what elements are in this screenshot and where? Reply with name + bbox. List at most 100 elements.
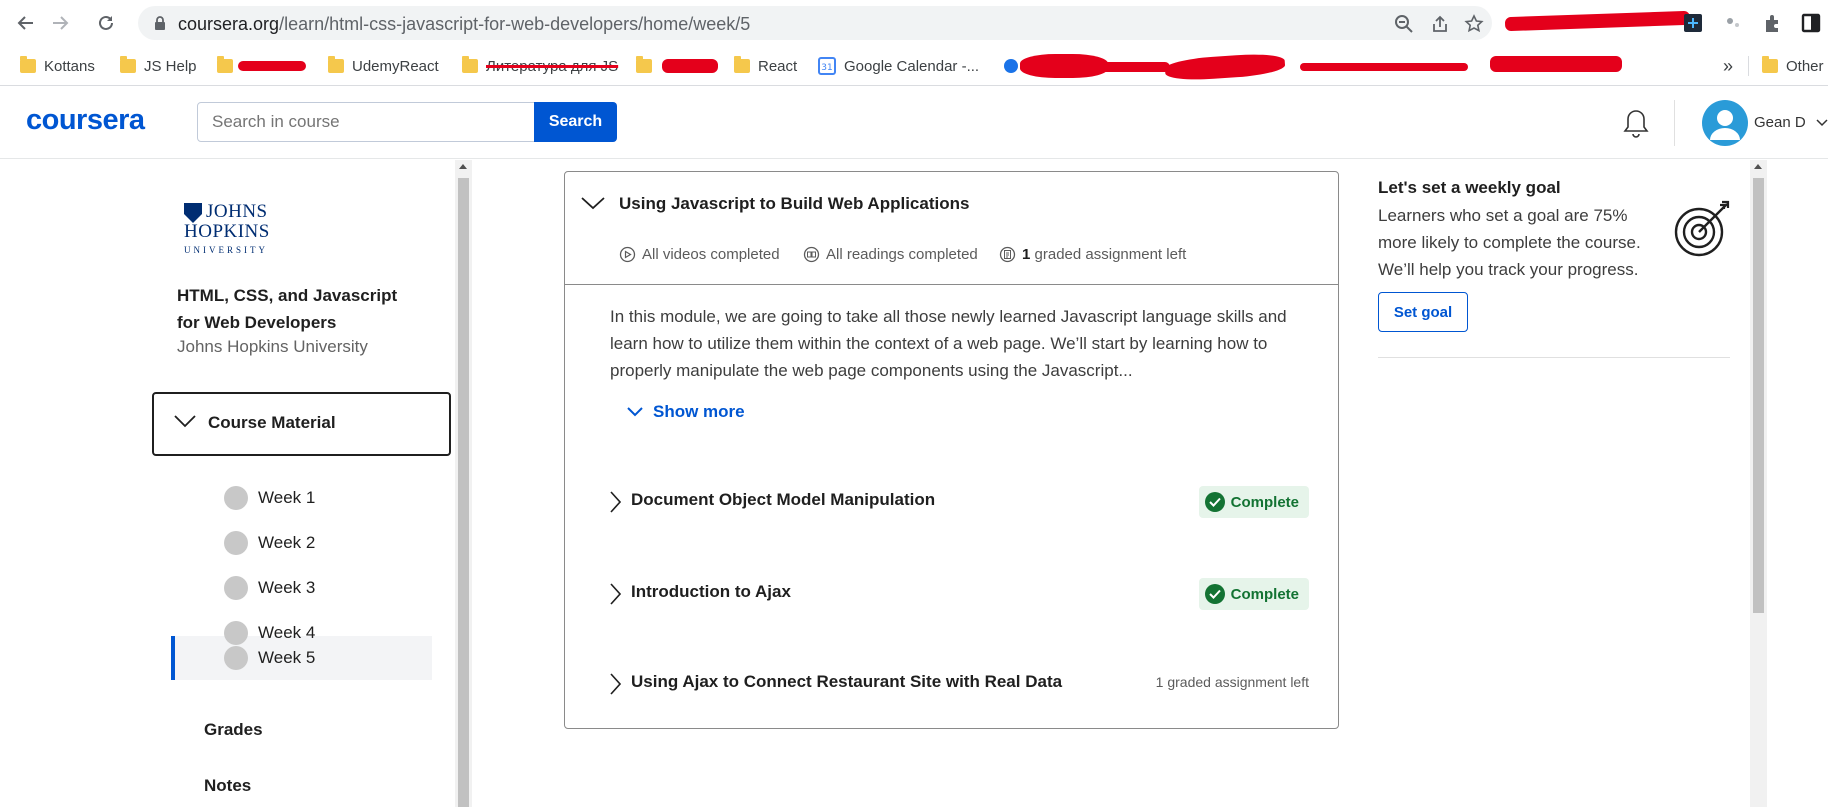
divider xyxy=(565,284,1338,285)
status-text: Complete xyxy=(1230,493,1299,511)
chevron-down-icon xyxy=(627,407,643,417)
status-badge: Complete xyxy=(1198,486,1309,518)
lesson-row[interactable]: Introduction to Ajax Complete xyxy=(609,576,1309,610)
status-text: Complete xyxy=(1230,585,1299,603)
sidebar-item-week-3[interactable]: Week 3 xyxy=(224,568,430,608)
forward-arrow-icon[interactable] xyxy=(46,9,74,37)
avatar[interactable] xyxy=(1702,100,1748,146)
videos-status-text: All videos completed xyxy=(642,246,780,263)
graded-left-text: 1 graded assignment left xyxy=(1155,674,1309,690)
sidebar-item-notes[interactable]: Notes xyxy=(204,776,251,796)
readings-status: All readings completed xyxy=(803,246,978,263)
site-header: coursera Search Gean D xyxy=(0,86,1828,159)
week-label: Week 3 xyxy=(258,578,316,597)
extension-icon[interactable] xyxy=(1682,12,1704,34)
scrollbar-thumb[interactable] xyxy=(458,178,469,807)
puzzle-icon[interactable] xyxy=(1762,12,1784,34)
redacted-mark xyxy=(662,59,718,73)
reload-icon[interactable] xyxy=(92,9,120,37)
progress-circle-icon xyxy=(224,646,248,670)
scroll-up-arrow-icon[interactable] xyxy=(459,164,467,169)
chevron-right-icon xyxy=(610,491,621,513)
module-description: In this module, we are going to take all… xyxy=(610,307,1287,380)
bookmark-star-icon[interactable] xyxy=(1464,14,1484,34)
course-org: Johns Hopkins University xyxy=(177,337,368,356)
jhu-logo-text: HOPKINS xyxy=(184,221,270,242)
module-card: Using Javascript to Build Web Applicatio… xyxy=(564,171,1339,729)
week-label: Week 1 xyxy=(258,488,316,507)
play-circle-icon xyxy=(619,246,636,263)
sidebar-scrollbar[interactable] xyxy=(455,160,472,807)
more-bookmarks-chevron-icon[interactable]: » xyxy=(1723,55,1733,77)
redacted-mark xyxy=(1164,51,1286,83)
course-material-label: Course Material xyxy=(208,413,336,432)
chevron-down-icon[interactable] xyxy=(581,196,605,210)
chevron-right-icon xyxy=(610,583,621,605)
lesson-row[interactable]: Document Object Model Manipulation Compl… xyxy=(609,484,1309,518)
bookmark-js-literature[interactable]: Литература для JS xyxy=(462,55,618,77)
week-label: Week 5 xyxy=(258,648,316,667)
folder-icon xyxy=(20,56,36,73)
course-material-toggle[interactable]: Course Material xyxy=(152,392,451,456)
bookmark-redacted-3[interactable] xyxy=(1002,55,1020,77)
target-icon xyxy=(1674,200,1730,257)
bookmark-react[interactable]: React xyxy=(734,55,797,77)
bookmark-redacted-1[interactable] xyxy=(217,55,233,77)
bookmark-js-help[interactable]: JS Help xyxy=(120,55,197,77)
readings-status-text: All readings completed xyxy=(826,246,978,263)
lock-icon xyxy=(155,16,165,30)
course-sidebar: JOHNS HOPKINS UNIVERSITY HTML, CSS, and … xyxy=(0,160,455,807)
check-circle-icon xyxy=(1204,492,1225,512)
redacted-mark xyxy=(238,61,306,71)
folder-icon xyxy=(1762,56,1778,73)
jhu-logo-text: JOHNS xyxy=(206,201,268,222)
sidebar-item-week-2[interactable]: Week 2 xyxy=(224,523,430,563)
redacted-mark xyxy=(1504,10,1691,32)
scrollbar-thumb[interactable] xyxy=(1753,178,1764,613)
search-input[interactable] xyxy=(197,102,535,142)
site-icon xyxy=(1004,59,1018,73)
search-button[interactable]: Search xyxy=(534,102,617,142)
user-menu[interactable]: Gean D xyxy=(1754,114,1828,131)
sidebar-item-grades[interactable]: Grades xyxy=(204,720,263,740)
sidebar-item-week-5[interactable]: Week 5 xyxy=(224,638,430,678)
sidebar-item-week-1[interactable]: Week 1 xyxy=(224,478,430,518)
divider xyxy=(1378,357,1730,358)
progress-circle-icon xyxy=(224,531,248,555)
bookmarks-bar: Kottans JS Help UdemyReact Литература дл… xyxy=(0,46,1828,86)
extension-dots-icon[interactable] xyxy=(1722,12,1744,34)
lesson-row[interactable]: Using Ajax to Connect Restaurant Site wi… xyxy=(609,666,1309,700)
browser-toolbar: coursera.org/learn/html-css-javascript-f… xyxy=(0,0,1828,46)
lesson-title: Using Ajax to Connect Restaurant Site wi… xyxy=(631,672,1063,691)
sidepanel-icon[interactable] xyxy=(1800,12,1822,34)
module-title[interactable]: Using Javascript to Build Web Applicatio… xyxy=(619,194,969,214)
folder-icon xyxy=(462,56,478,73)
show-more-link[interactable]: Show more xyxy=(627,402,745,422)
svg-text:31: 31 xyxy=(821,63,832,73)
folder-icon xyxy=(636,56,652,73)
zoom-icon[interactable] xyxy=(1394,14,1414,34)
back-arrow-icon[interactable] xyxy=(12,9,40,37)
graded-count: 1 xyxy=(1022,246,1031,263)
progress-circle-icon xyxy=(224,576,248,600)
bookmark-kottans[interactable]: Kottans xyxy=(20,55,95,77)
bookmark-google-calendar[interactable]: 31 Google Calendar -... xyxy=(818,55,979,77)
book-circle-icon xyxy=(803,246,820,263)
coursera-logo[interactable]: coursera xyxy=(26,104,145,137)
bookmark-udemyreact[interactable]: UdemyReact xyxy=(328,55,439,77)
chevron-right-icon xyxy=(610,673,621,695)
set-goal-button[interactable]: Set goal xyxy=(1378,292,1468,332)
bookmark-other[interactable]: Other xyxy=(1762,55,1824,77)
google-calendar-icon: 31 xyxy=(818,57,836,75)
scroll-up-arrow-icon[interactable] xyxy=(1754,164,1762,169)
username-label: Gean D xyxy=(1754,114,1806,131)
bookmark-redacted-2[interactable] xyxy=(636,55,652,77)
share-icon[interactable] xyxy=(1430,14,1450,34)
bell-icon[interactable] xyxy=(1622,108,1650,138)
graded-status: 1 graded assignment left xyxy=(999,246,1186,263)
divider xyxy=(1748,56,1749,76)
lesson-title: Introduction to Ajax xyxy=(631,582,791,601)
main-scrollbar[interactable] xyxy=(1750,160,1767,807)
status-badge: Complete xyxy=(1198,578,1309,610)
address-bar[interactable]: coursera.org/learn/html-css-javascript-f… xyxy=(138,6,1492,40)
